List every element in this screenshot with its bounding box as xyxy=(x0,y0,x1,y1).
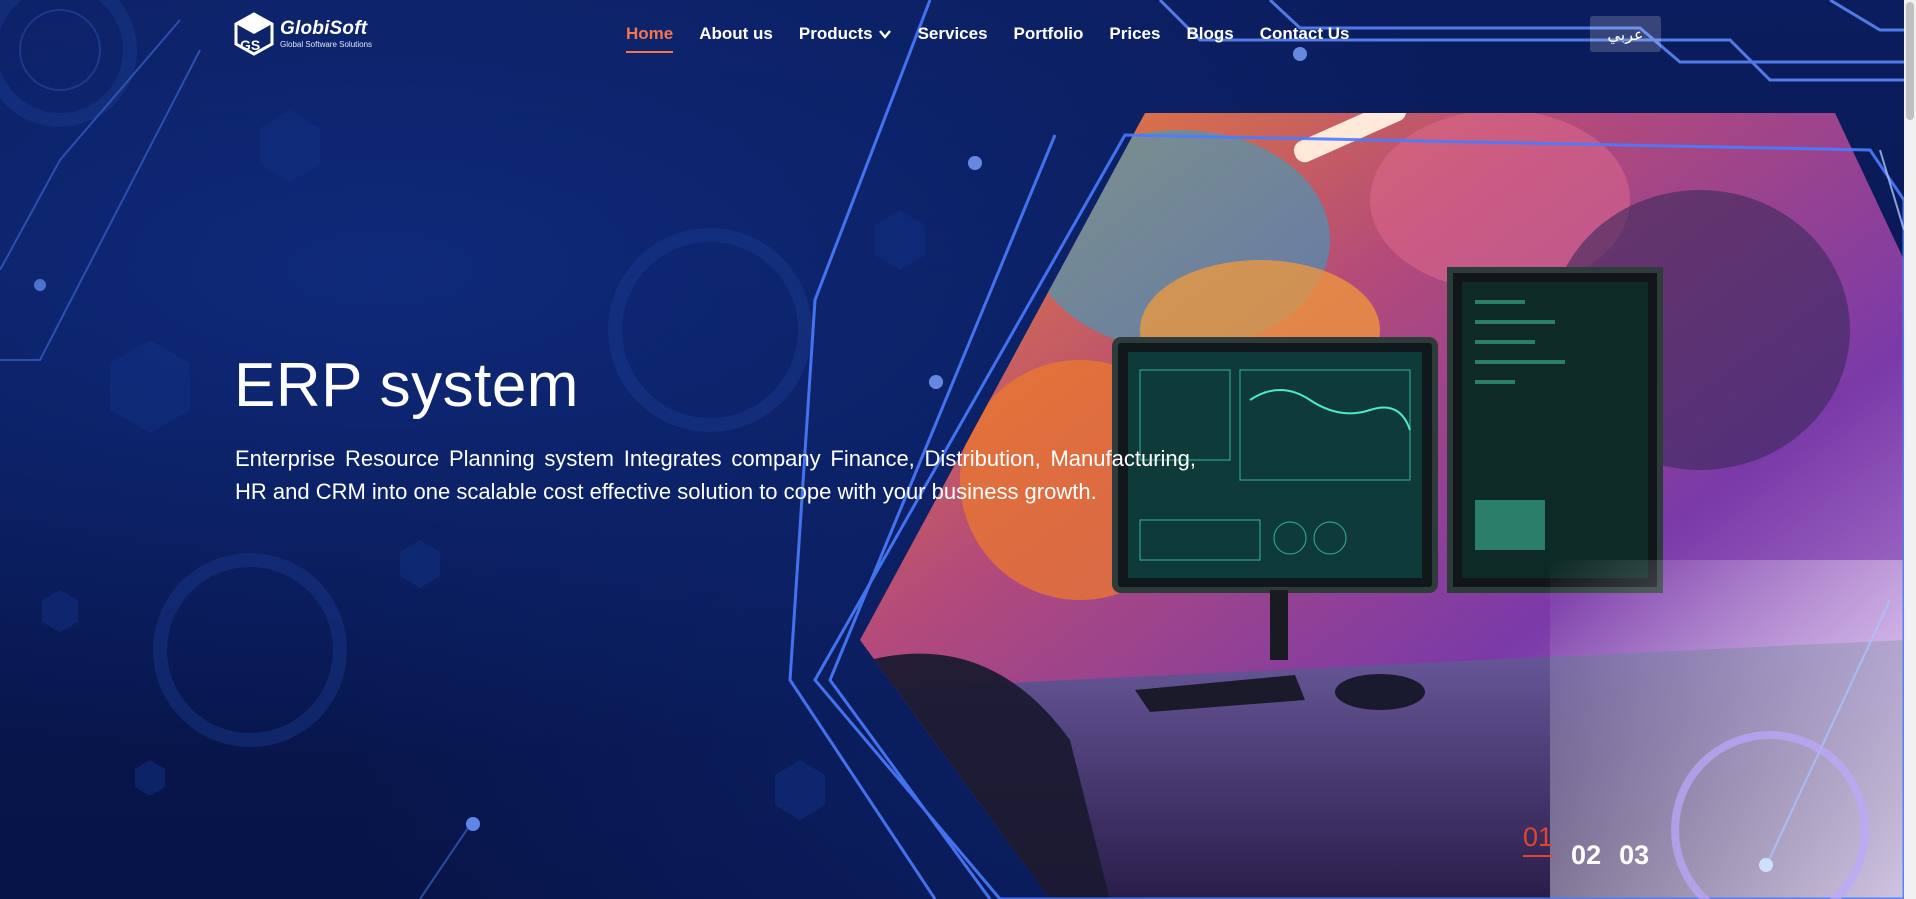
nav-item-prices[interactable]: Prices xyxy=(1109,24,1160,44)
hero-title: ERP system xyxy=(234,351,579,420)
nav-item-services[interactable]: Services xyxy=(918,24,988,44)
hero-section: GS GlobiSoft Global Software Solutions H… xyxy=(0,0,1904,899)
nav-item-contact-us[interactable]: Contact Us xyxy=(1260,24,1350,44)
logo-cube-icon: GS xyxy=(234,12,274,56)
main-nav: Home About us Products Services Portfoli… xyxy=(626,24,1375,53)
scrollbar-thumb[interactable] xyxy=(1906,2,1914,120)
nav-item-home[interactable]: Home xyxy=(626,24,674,53)
brand-name: GlobiSoft xyxy=(280,18,368,39)
slider-page-2[interactable]: 02 xyxy=(1571,840,1601,871)
page-scrollbar[interactable] xyxy=(1904,0,1916,899)
language-switch-button[interactable]: عربي xyxy=(1590,16,1661,52)
slider-page-1[interactable]: 01 xyxy=(1523,822,1554,857)
brand-logo[interactable]: GS GlobiSoft Global Software Solutions xyxy=(234,12,372,56)
nav-item-blogs[interactable]: Blogs xyxy=(1186,24,1233,44)
slider-pager: 01 02 03 xyxy=(1523,822,1649,871)
nav-item-about-us[interactable]: About us xyxy=(699,24,773,44)
nav-item-products-label: Products xyxy=(798,24,873,43)
slider-page-3[interactable]: 03 xyxy=(1619,840,1649,871)
logo-text: GlobiSoft Global Software Solutions xyxy=(280,19,372,49)
chevron-down-icon xyxy=(878,30,891,39)
nav-item-products[interactable]: Products xyxy=(799,24,892,44)
nav-item-portfolio[interactable]: Portfolio xyxy=(1014,24,1084,44)
hero-description: Enterprise Resource Planning system Inte… xyxy=(235,446,1196,504)
brand-tagline: Global Software Solutions xyxy=(280,40,373,49)
svg-text:GS: GS xyxy=(240,37,260,53)
